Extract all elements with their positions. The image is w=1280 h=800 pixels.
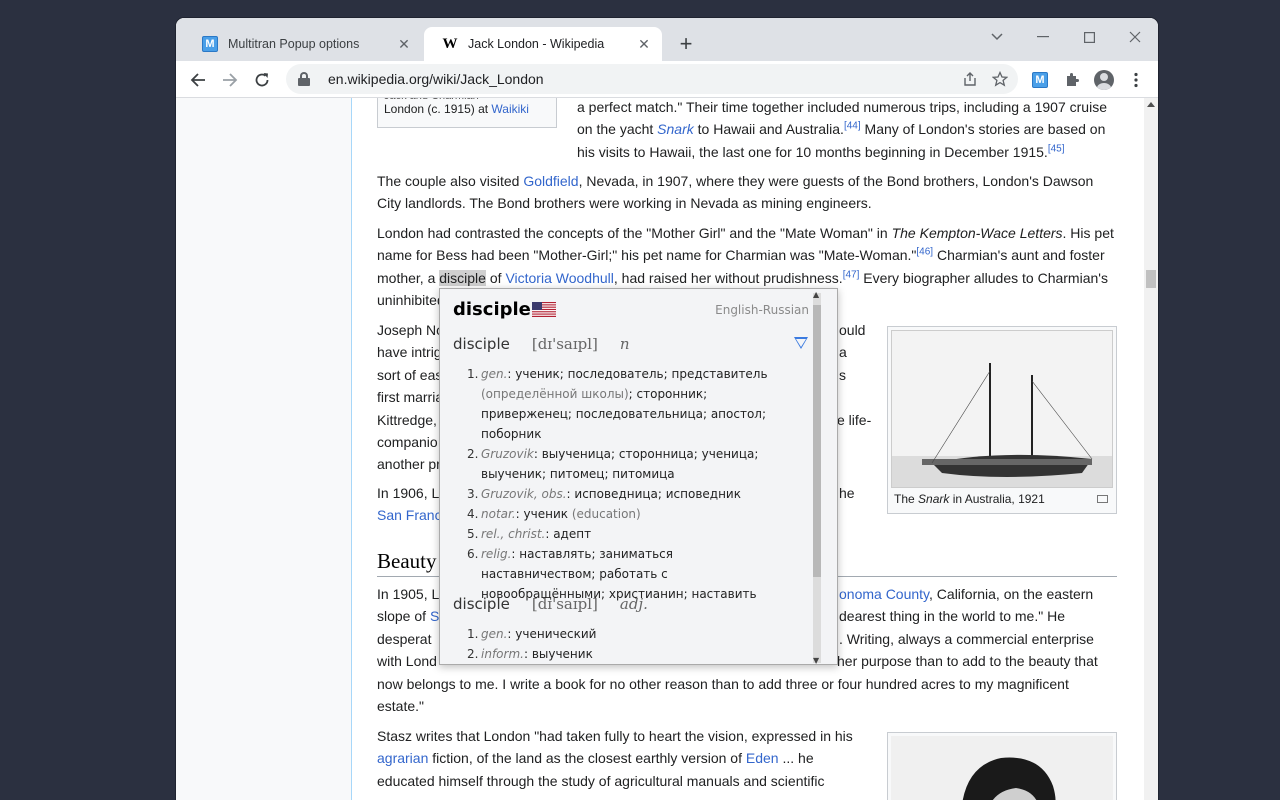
enlarge-icon[interactable] [1097, 495, 1108, 503]
popup-headword: disciple [453, 299, 531, 320]
selected-word[interactable]: disciple [439, 269, 486, 286]
agrarian-link[interactable]: agrarian [377, 750, 428, 766]
page-scrollbar[interactable] [1144, 98, 1158, 800]
list-item: 2. Gruzovik: выученица; сторонница; учени… [467, 447, 759, 481]
waikiki-link[interactable]: Waikiki [491, 102, 529, 116]
citation-47[interactable]: [47] [843, 269, 860, 280]
popup-scrollbar[interactable]: ▲ ▼ [813, 291, 821, 665]
list-item: 2. inform.: выученик [467, 647, 593, 661]
extensions-puzzle-icon[interactable] [1060, 68, 1084, 92]
url-text[interactable]: en.wikipedia.org/wiki/Jack_London [328, 71, 958, 87]
lock-icon[interactable] [296, 71, 312, 87]
paragraph-joseph-right: ould a s e life- [837, 322, 872, 428]
back-icon[interactable] [184, 66, 212, 94]
paragraph-stasz: Stasz writes that London "had taken full… [377, 728, 853, 789]
multitran-extension-icon[interactable]: M [1028, 68, 1052, 92]
snark-photo[interactable] [891, 330, 1113, 488]
wiki-sidebar [176, 98, 352, 800]
snark-thumbnail[interactable]: The Snark in Australia, 1921 [887, 326, 1117, 514]
us-flag-icon [532, 302, 556, 317]
popup-scroll-down-icon[interactable]: ▼ [813, 657, 819, 665]
list-item: 4. notar.: ученик (education) [467, 507, 641, 521]
paragraph-couple: The couple also visited Goldfield, Nevad… [377, 173, 1094, 212]
snark-caption: The Snark in Australia, 1921 [894, 492, 1045, 506]
eden-link[interactable]: Eden [746, 750, 779, 766]
scroll-up-icon[interactable] [1147, 102, 1155, 107]
paragraph-trips: a perfect match." Their time together in… [577, 99, 1107, 160]
forward-icon[interactable] [216, 66, 244, 94]
noun-senses: 1. gen.: ученик; последователь; представи… [467, 364, 777, 604]
browser-toolbar: en.wikipedia.org/wiki/Jack_London M [176, 61, 1158, 98]
tab-multitran-options[interactable]: M Multitran Popup options ✕ [184, 27, 422, 61]
share-icon[interactable] [958, 67, 982, 91]
san-francisco-link[interactable]: San Franc [377, 507, 442, 523]
dictionary-label: English-Russian [715, 303, 809, 317]
address-bar[interactable]: en.wikipedia.org/wiki/Jack_London [286, 64, 1018, 94]
close-tab-icon[interactable]: ✕ [396, 36, 412, 52]
snark-link[interactable]: Snark [657, 121, 694, 137]
entry-header-noun: disciple [dɪ'saɪpl] n [453, 335, 630, 353]
popup-scroll-up-icon[interactable]: ▲ [813, 291, 819, 299]
adj-senses: 1. gen.: ученический 2. inform.: выученик [467, 624, 777, 664]
maximize-icon[interactable] [1074, 24, 1104, 50]
menu-kebab-icon[interactable] [1124, 68, 1148, 92]
goldfield-link[interactable]: Goldfield [523, 173, 578, 189]
portrait-thumbnail[interactable] [887, 732, 1117, 800]
entry-header-adj: disciple [dɪ'saɪpl] adj. [453, 595, 648, 613]
tab-jack-london[interactable]: W Jack London - Wikipedia ✕ [424, 27, 662, 61]
tab-strip: M Multitran Popup options ✕ W Jack Londo… [176, 18, 1158, 61]
scrollbar-thumb[interactable] [1146, 270, 1156, 288]
list-item: 5. rel., christ.: адепт [467, 527, 592, 541]
citation-44[interactable]: [44] [844, 121, 861, 132]
minimize-icon[interactable] [1028, 24, 1058, 50]
citation-45[interactable]: [45] [1048, 143, 1065, 154]
charmian-thumbnail: Jack and Charmian London (c. 1915) at Wa… [377, 98, 557, 128]
list-item: 3. Gruzovik, obs.: исповедница; исповедни… [467, 487, 741, 501]
multitran-popup[interactable]: disciple English-Russian disciple [dɪ'sa… [439, 288, 838, 665]
wikipedia-favicon-icon: W [442, 35, 458, 52]
reload-icon[interactable] [248, 66, 276, 94]
tab-search-icon[interactable] [982, 24, 1012, 50]
sonoma-link[interactable]: S [430, 608, 439, 624]
sonoma-county-link[interactable]: onoma County [839, 586, 929, 602]
popup-scrollbar-thumb[interactable] [813, 305, 821, 577]
portrait-photo[interactable] [891, 736, 1113, 800]
close-window-icon[interactable] [1120, 24, 1150, 50]
list-item: 1. gen.: ученик; последователь; представи… [467, 367, 768, 441]
profile-avatar-icon[interactable] [1092, 68, 1116, 92]
citation-46[interactable]: [46] [916, 247, 933, 258]
victoria-woodhull-link[interactable]: Victoria Woodhull [505, 270, 613, 286]
list-item: 1. gen.: ученический [467, 627, 597, 641]
new-tab-button[interactable]: + [674, 32, 698, 56]
tab-title: Multitran Popup options [228, 37, 360, 51]
tab-title: Jack London - Wikipedia [468, 37, 605, 51]
multitran-favicon-icon: M [202, 36, 218, 52]
bookmark-star-icon[interactable] [988, 67, 1012, 91]
collapse-triangle-icon[interactable] [794, 337, 808, 349]
close-tab-icon[interactable]: ✕ [636, 36, 652, 52]
